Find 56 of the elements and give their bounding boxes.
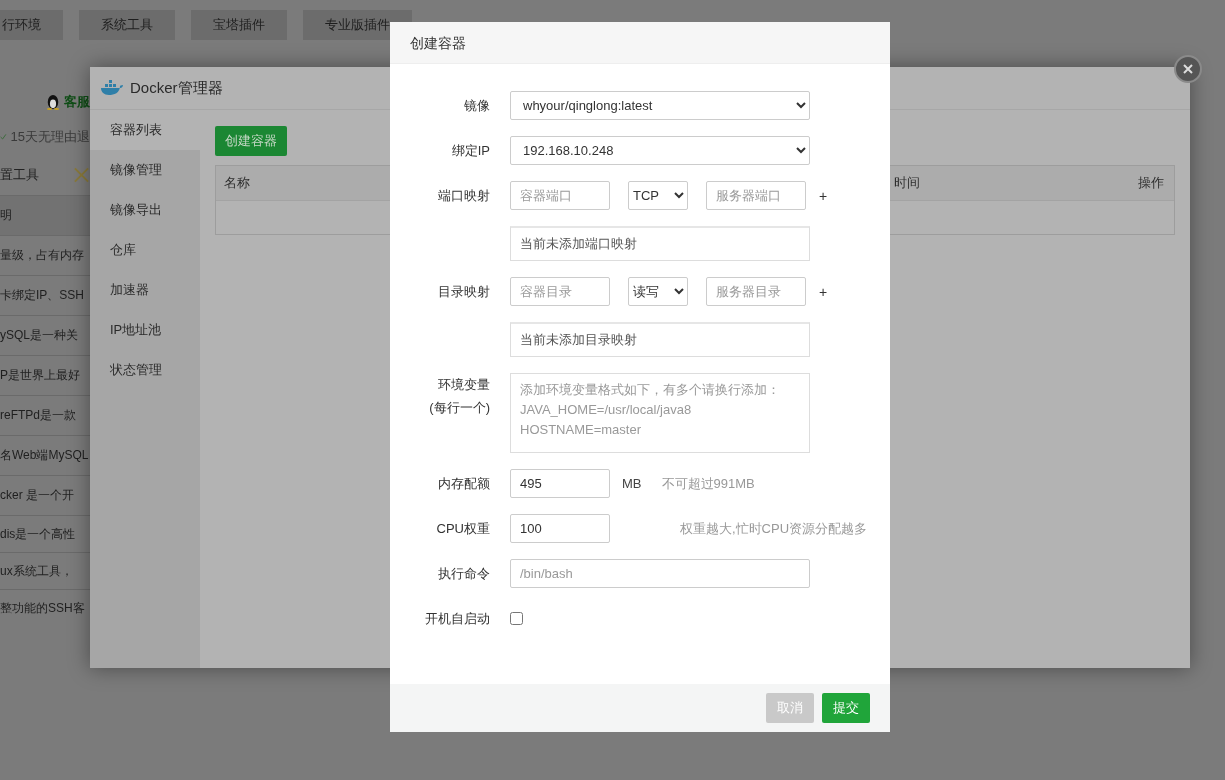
hint-text: 不可超过991MB — [661, 474, 755, 493]
field-label: 目录映射 — [437, 283, 490, 301]
submit-button[interactable]: 提交 — [822, 693, 870, 723]
close-button[interactable] — [1174, 55, 1202, 83]
input-field[interactable]: 100 — [510, 514, 610, 543]
sidebar-item[interactable]: IP地址池 — [90, 310, 200, 350]
field-label: 端口映射 — [437, 187, 490, 205]
column-header: 明 — [0, 195, 90, 235]
sidebar-item[interactable]: 容器列表 — [90, 110, 200, 150]
sidebar-item[interactable]: 状态管理 — [90, 350, 200, 390]
sidebar-item[interactable]: 加速器 — [90, 270, 200, 310]
field-label: 开机自启动 — [424, 610, 490, 628]
column-header: 名称 — [224, 174, 251, 192]
tools-label: 置工具 — [0, 166, 39, 184]
field-label: 绑定IP — [450, 142, 490, 160]
dropdown[interactable]: whyour/qinglong:latest — [510, 91, 810, 120]
create-button[interactable]: 创建容器 — [215, 126, 287, 156]
tab[interactable]: 系统工具 — [79, 10, 175, 40]
checkbox[interactable] — [510, 612, 523, 625]
tab[interactable]: 宝塔插件 — [191, 10, 287, 40]
refund-text: 15天无理由退 — [10, 128, 90, 146]
field-label: 执行命令 — [437, 565, 490, 583]
input-field[interactable]: 容器端口 — [510, 181, 610, 210]
column-header: 时间 — [894, 174, 921, 192]
mapping-list: 当前未添加目录映射 — [510, 322, 810, 357]
tools-icon — [73, 166, 90, 184]
input-field[interactable]: /bin/bash — [510, 559, 810, 588]
whale-icon — [100, 80, 124, 96]
field-label: 镜像 — [463, 97, 490, 115]
dropdown[interactable]: TCP — [628, 181, 688, 210]
dropdown[interactable]: 192.168.10.248 — [510, 136, 810, 165]
field-label: CPU权重 — [435, 520, 490, 538]
field-label: 环境变量 — [437, 376, 490, 394]
hint-text: 权重越大,忙时CPU资源分配越多 — [680, 519, 868, 538]
sidebar-item[interactable]: 镜像管理 — [90, 150, 200, 190]
dialog-title: 创建容器 — [390, 22, 890, 64]
mapping-list: 当前未添加端口映射 — [510, 226, 810, 261]
text-area[interactable]: 添加环境变量格式如下，有多个请换行添加： JAVA_HOME=/usr/local/java8 HOSTNAME=master — [510, 373, 810, 453]
input-field[interactable]: 服务器目录 — [706, 277, 806, 306]
window-title: Docker管理器 — [130, 78, 223, 98]
column-header: 操作 — [1138, 174, 1164, 192]
unit-label: MB — [622, 476, 642, 491]
tab[interactable]: 行环境 — [0, 10, 63, 40]
field-label: (每行一个) — [428, 399, 490, 417]
add-button[interactable]: + — [819, 187, 828, 204]
input-field[interactable]: 495 — [510, 469, 610, 498]
field-label: 内存配额 — [437, 475, 490, 493]
sidebar-item[interactable]: 镜像导出 — [90, 190, 200, 230]
input-field[interactable]: 容器目录 — [510, 277, 610, 306]
input-field[interactable]: 服务器端口 — [706, 181, 806, 210]
sidebar-item[interactable]: 仓库 — [90, 230, 200, 270]
add-button[interactable]: + — [819, 283, 828, 300]
check-icon — [0, 132, 7, 142]
penguin-icon — [46, 93, 60, 111]
dropdown[interactable]: 读写 — [628, 277, 688, 306]
close-icon — [1182, 63, 1194, 75]
